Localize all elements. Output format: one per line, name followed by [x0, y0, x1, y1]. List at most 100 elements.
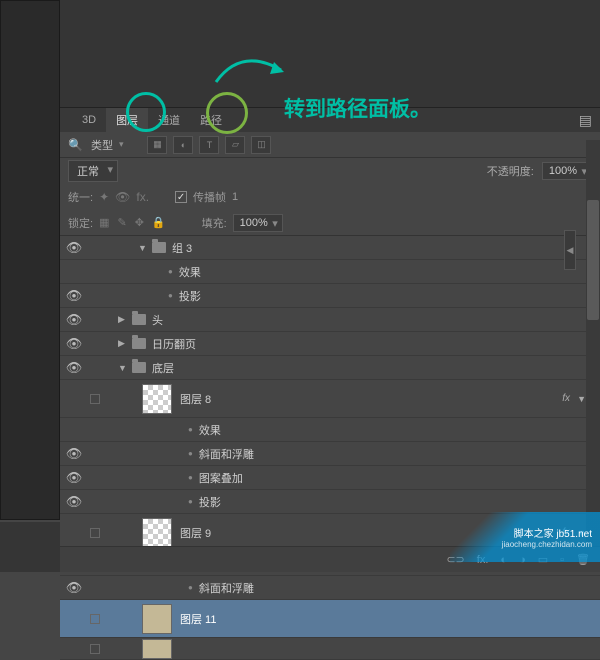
layer-row-bottom[interactable]: 👁 ▼ 底层 [60, 356, 600, 380]
lock-pixels-icon[interactable]: ✎ [117, 216, 126, 229]
filter-type-label[interactable]: 类型 [91, 137, 113, 153]
link-checkbox[interactable] [90, 528, 100, 538]
scrollbar-thumb[interactable] [587, 200, 599, 320]
layer-name[interactable]: 图层 11 [180, 611, 216, 627]
effect-name[interactable]: 斜面和浮雕 [199, 446, 254, 462]
filter-type-icon[interactable]: T [199, 136, 219, 154]
watermark-line1: 脚本之家 jb51.net [514, 525, 592, 540]
annotation-circle-layers [126, 92, 166, 132]
layer-thumbnail[interactable] [142, 518, 172, 548]
filter-shape-icon[interactable]: ▱ [225, 136, 245, 154]
layer-name[interactable]: 图层 9 [180, 525, 211, 541]
search-icon: 🔍 [68, 138, 83, 152]
folder-icon [132, 314, 146, 325]
watermark-line2: jiaocheng.chezhidan.com [502, 540, 592, 549]
layer-thumbnail[interactable] [142, 604, 172, 634]
effect-bullet-icon: ● [168, 267, 173, 276]
lock-label: 锁定: [68, 215, 93, 231]
lock-icons: ▦ ✎ ✥ 🔒 [99, 216, 166, 229]
opacity-value[interactable]: 100% [542, 162, 592, 180]
propagate-label: 传播帧 [193, 189, 226, 205]
fx-badge[interactable]: fx [562, 393, 570, 404]
effects-row[interactable]: ● 效果 [60, 260, 600, 284]
unity-position-icon[interactable]: ✦ [99, 190, 109, 204]
twisty-right-icon[interactable]: ▶ [118, 314, 128, 325]
layer-name[interactable]: 头 [152, 312, 163, 328]
effect-pattern-row[interactable]: 👁 ● 图案叠加 [60, 466, 600, 490]
effect-bullet-icon: ● [188, 425, 193, 434]
visibility-toggle[interactable]: 👁 [60, 240, 88, 256]
propagate-frame-checkbox[interactable]: ✓ [175, 191, 187, 203]
effect-bullet-icon: ● [188, 583, 193, 592]
visibility-toggle[interactable]: 👁 [60, 470, 88, 486]
layer-name[interactable]: 底层 [152, 360, 174, 376]
layers-panel: 转到路径面板。 3D 图层 通道 路径 ▤ 🔍 类型 ▾ ▦ ◐ T ▱ ◫ 正… [60, 0, 600, 572]
fx-twisty-icon[interactable]: ▼ [577, 394, 586, 404]
unity-icons: ✦ 👁 fx. [99, 190, 149, 204]
panel-menu-icon[interactable]: ▤ [579, 112, 592, 129]
filter-adjust-icon[interactable]: ◐ [173, 136, 193, 154]
visibility-toggle[interactable]: 👁 [60, 360, 88, 376]
lock-all-icon[interactable]: 🔒 [152, 216, 166, 229]
dropdown-arrow-icon: ▾ [119, 139, 124, 150]
layer-name[interactable]: 日历翻页 [152, 336, 196, 352]
layer-row-layer11-selected[interactable]: 图层 11 [60, 600, 600, 638]
layer-thumbnail[interactable] [142, 384, 172, 414]
visibility-toggle[interactable]: 👁 [60, 446, 88, 462]
fill-value[interactable]: 100% [233, 214, 283, 232]
layer-name[interactable]: 图层 8 [180, 391, 211, 407]
blend-options-row: 正常 不透明度: 100% [60, 158, 600, 184]
lock-position-icon[interactable]: ✥ [135, 216, 144, 229]
effect-dropshadow-row[interactable]: 👁 ● 投影 [60, 490, 600, 514]
effect-name[interactable]: 投影 [179, 288, 201, 304]
twisty-down-icon[interactable]: ▼ [138, 243, 148, 253]
effects-label[interactable]: 效果 [179, 264, 201, 280]
folder-icon [132, 362, 146, 373]
annotation-text: 转到路径面板。 [284, 93, 431, 123]
effect-bullet-icon: ● [168, 291, 173, 300]
effect-name[interactable]: 斜面和浮雕 [199, 580, 254, 596]
unity-visibility-icon[interactable]: 👁 [115, 190, 130, 204]
effect-bevel-row[interactable]: 👁 ● 斜面和浮雕 [60, 576, 600, 600]
layer-row-partial[interactable] [60, 638, 600, 660]
opacity-label: 不透明度: [487, 163, 534, 179]
layer-row-head[interactable]: 👁 ▶ 头 [60, 308, 600, 332]
visibility-toggle[interactable]: 👁 [60, 312, 88, 328]
visibility-toggle[interactable]: 👁 [60, 580, 88, 596]
layer-filter-toolbar: 🔍 类型 ▾ ▦ ◐ T ▱ ◫ [60, 132, 600, 158]
canvas-area [0, 0, 60, 520]
link-checkbox[interactable] [90, 614, 100, 624]
effect-name[interactable]: 图案叠加 [199, 470, 243, 486]
link-checkbox[interactable] [90, 394, 100, 404]
tab-3d[interactable]: 3D [72, 110, 106, 130]
panel-collapse-button[interactable]: ◀ [564, 230, 576, 270]
twisty-right-icon[interactable]: ▶ [118, 338, 128, 349]
twisty-down-icon[interactable]: ▼ [118, 363, 128, 373]
unity-style-icon[interactable]: fx. [136, 190, 149, 204]
layer-thumbnail[interactable] [142, 639, 172, 659]
layer-row-calendar[interactable]: 👁 ▶ 日历翻页 [60, 332, 600, 356]
layer-name[interactable]: 组 3 [172, 240, 192, 256]
unity-label: 统一: [68, 189, 93, 205]
unity-row: 统一: ✦ 👁 fx. ✓ 传播帧 1 [60, 184, 600, 210]
effect-bevel-row[interactable]: 👁 ● 斜面和浮雕 [60, 442, 600, 466]
layer-row-layer8[interactable]: 图层 8 fx ▼ [60, 380, 600, 418]
effects-row[interactable]: ● 效果 [60, 418, 600, 442]
effect-dropshadow-row[interactable]: 👁 ● 投影 [60, 284, 600, 308]
folder-icon [132, 338, 146, 349]
canvas-bottom-strip [0, 522, 60, 572]
blend-mode-select[interactable]: 正常 [68, 160, 118, 182]
visibility-toggle[interactable]: 👁 [60, 336, 88, 352]
annotation-circle-paths [206, 92, 248, 134]
effects-label[interactable]: 效果 [199, 422, 221, 438]
visibility-toggle[interactable]: 👁 [60, 288, 88, 304]
lock-transparent-icon[interactable]: ▦ [99, 216, 109, 229]
layer-row-group3[interactable]: 👁 ▼ 组 3 [60, 236, 600, 260]
effect-name[interactable]: 投影 [199, 494, 221, 510]
filter-smart-icon[interactable]: ◫ [251, 136, 271, 154]
filter-pixel-icon[interactable]: ▦ [147, 136, 167, 154]
visibility-toggle[interactable]: 👁 [60, 494, 88, 510]
layers-tree: 👁 ▼ 组 3 ● 效果 👁 ● 投影 👁 ▶ 头 👁 [60, 236, 600, 660]
link-checkbox[interactable] [90, 644, 100, 654]
watermark: 脚本之家 jb51.net jiaocheng.chezhidan.com [450, 512, 600, 562]
